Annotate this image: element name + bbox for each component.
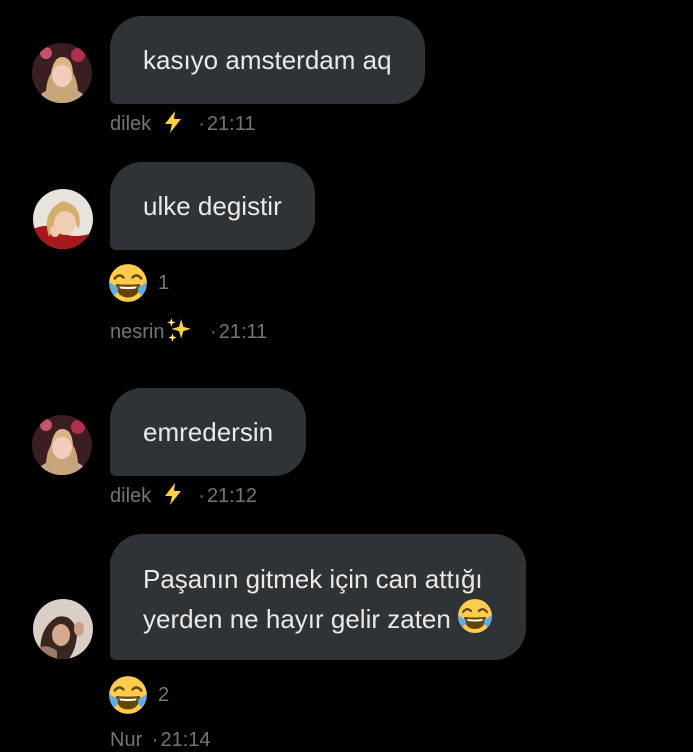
message-bubble[interactable]: Paşanın gitmek için can attığı yerden ne… [110, 534, 526, 660]
profile-photo-dilek [32, 415, 92, 475]
reaction-chip[interactable]: 1 [108, 262, 169, 304]
message-text: emredersin [143, 417, 274, 447]
author-name: dilek [110, 113, 152, 135]
message-meta: nesrin · 21:11 [110, 317, 267, 344]
author-name: Nur [110, 729, 143, 751]
profile-photo-dilek [32, 43, 92, 103]
meta-separator: · [210, 321, 217, 343]
message-text-line-2: yerden ne hayır gelir zaten [143, 598, 493, 638]
message-text: kasıyo amsterdam aq [143, 45, 392, 75]
reaction-count: 1 [158, 271, 170, 294]
message-text: yerden ne hayır gelir zaten [143, 604, 451, 634]
timestamp: 21:11 [218, 321, 268, 343]
avatar-dilek[interactable] [32, 43, 92, 103]
message-bubble[interactable]: ulke degistir [110, 162, 315, 250]
message-text-line-1: Paşanın gitmek için can attığı [143, 564, 483, 594]
avatar-nesrin[interactable] [33, 189, 93, 249]
meta-separator: · [151, 729, 159, 751]
profile-photo-nesrin [33, 189, 93, 249]
meta-separator: · [198, 113, 205, 135]
message-text: ulke degistir [143, 191, 282, 221]
timestamp: 21:14 [160, 729, 211, 751]
timestamp: 21:11 [206, 113, 256, 135]
reaction-chip[interactable]: 2 [108, 674, 169, 716]
message-bubble[interactable]: kasıyo amsterdam aq [110, 16, 425, 104]
avatar-dilek[interactable] [32, 415, 92, 475]
face-with-tears-of-joy-icon [457, 598, 493, 634]
dm-thread: kasıyo amsterdam aq dilek · 21:11 ulke de… [0, 0, 693, 752]
message-meta: dilek · 21:12 [110, 482, 257, 508]
author-name: dilek [110, 485, 152, 507]
meta-separator: · [198, 485, 205, 507]
lightning-icon [161, 482, 185, 506]
message-meta: dilek · 21:11 [110, 110, 256, 136]
avatar-nur[interactable] [33, 599, 93, 659]
author-name: nesrin [110, 321, 165, 343]
face-with-tears-of-joy-icon [108, 263, 148, 303]
reaction-count: 2 [158, 683, 170, 706]
profile-photo-nur [33, 599, 93, 659]
message-meta: Nur · 21:14 [110, 728, 211, 752]
lightning-icon [161, 110, 185, 134]
timestamp: 21:12 [206, 485, 257, 507]
message-bubble[interactable]: emredersin [110, 388, 307, 476]
face-with-tears-of-joy-icon [108, 675, 148, 715]
sparkles-icon [166, 317, 192, 343]
